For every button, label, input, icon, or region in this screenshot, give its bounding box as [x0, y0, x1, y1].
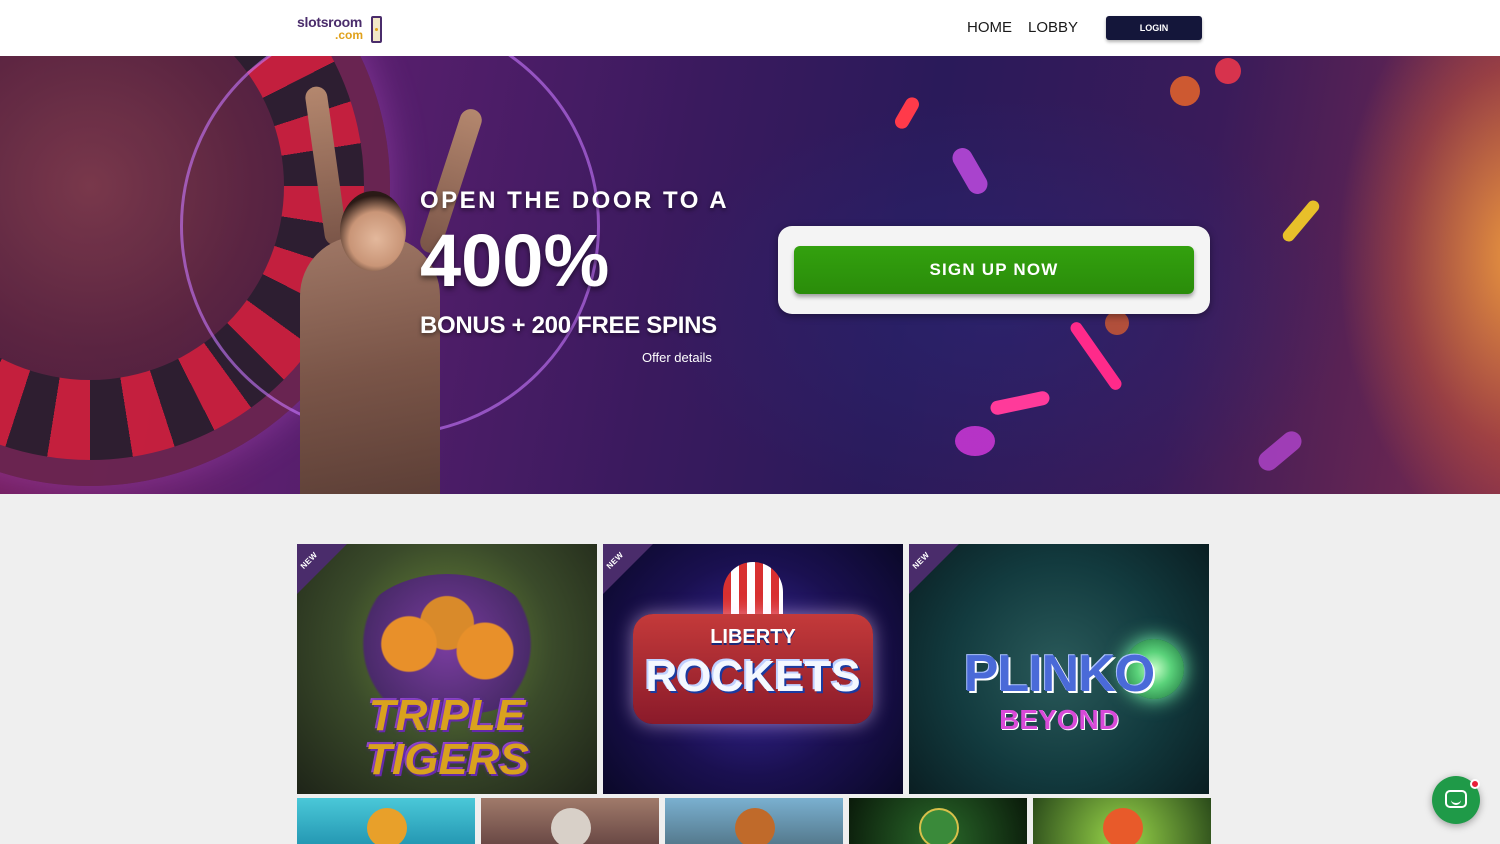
nav-home-link[interactable]: HOME: [967, 19, 1012, 36]
confetti-decoration: [1254, 427, 1306, 475]
offer-details-link[interactable]: Offer details: [642, 350, 712, 365]
game-title-line: TRIPLE: [368, 691, 526, 740]
hero-woman-dress: [300, 236, 440, 494]
game-title-line: PLINKO: [963, 645, 1155, 703]
confetti-decoration: [1105, 311, 1129, 335]
hero-woman-head: [340, 191, 406, 271]
logo-domain: .com: [335, 28, 364, 42]
game-tile-plinko-beyond[interactable]: PLINKO BEYOND NEW: [909, 544, 1209, 794]
game-title-line: TIGERS: [365, 735, 529, 784]
hero-bonus-percent: 400%: [420, 219, 610, 302]
confetti-decoration: [1280, 197, 1322, 245]
game-tile-liberty-rockets[interactable]: LIBERTY ROCKETS NEW: [603, 544, 903, 794]
sign-up-button[interactable]: SIGN UP NOW: [794, 246, 1194, 294]
game-tile[interactable]: [481, 798, 659, 844]
game-tile-triple-tigers[interactable]: TRIPLE TIGERS NEW: [297, 544, 597, 794]
confetti-decoration: [948, 144, 992, 198]
login-button[interactable]: LOGIN: [1106, 16, 1202, 40]
nav-lobby-link[interactable]: LOBBY: [1028, 19, 1078, 36]
notification-dot: [1470, 779, 1480, 789]
wizard-icon: [551, 808, 591, 844]
site-header: slotsroom .com HOME LOBBY LOGIN: [0, 0, 1500, 56]
hero-bonus-subline: BONUS + 200 FREE SPINS: [420, 312, 717, 339]
hero-headline-top: OPEN THE DOOR TO A: [420, 187, 730, 214]
confetti-decoration: [989, 389, 1051, 417]
game-tile[interactable]: [1033, 798, 1211, 844]
seahorse-icon: [367, 808, 407, 844]
game-tile[interactable]: [297, 798, 475, 844]
character-icon: [735, 808, 775, 844]
emblem-icon: [919, 808, 959, 844]
game-title-line: BEYOND: [999, 704, 1119, 735]
door-icon: [371, 16, 382, 43]
confetti-decoration: [955, 426, 995, 456]
game-title: TRIPLE TIGERS: [297, 694, 597, 782]
hero-banner: OPEN THE DOOR TO A 400% BONUS + 200 FREE…: [0, 56, 1500, 494]
signup-panel: SIGN UP NOW: [778, 226, 1210, 314]
confetti-decoration: [1170, 76, 1200, 106]
confetti-decoration: [892, 94, 922, 132]
chat-bubble-icon: [1445, 790, 1467, 808]
game-tile[interactable]: [849, 798, 1027, 844]
fruit-icon: [1103, 808, 1143, 844]
site-logo[interactable]: slotsroom .com: [297, 12, 387, 46]
game-title-line: LIBERTY: [710, 626, 796, 648]
game-title-line: ROCKETS: [645, 652, 861, 701]
game-tile[interactable]: [665, 798, 843, 844]
confetti-decoration: [1215, 58, 1241, 84]
chat-launcher-button[interactable]: [1432, 776, 1480, 824]
